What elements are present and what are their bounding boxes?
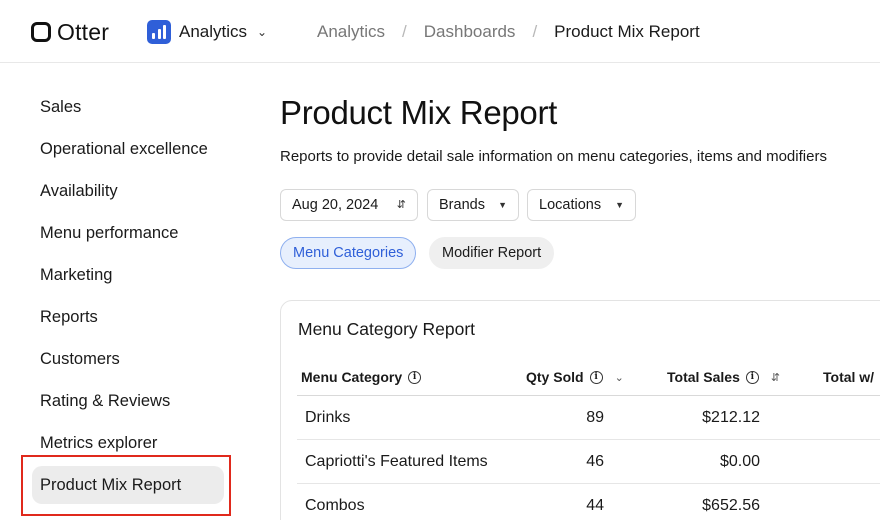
caret-down-icon: ▼ [498,200,507,210]
sidebar-item-reports[interactable]: Reports [32,298,224,336]
menu-category-report-card: Menu Category Report Menu Category i Qty… [280,300,880,520]
locations-dropdown[interactable]: Locations ▼ [527,189,636,221]
sort-descending-icon[interactable]: ⌄ [615,371,624,384]
page-title: Product Mix Report [280,94,558,131]
page-subtitle: Reports to provide detail sale informati… [280,148,827,165]
sidebar-item-metrics-explorer[interactable]: Metrics explorer [32,424,224,462]
breadcrumb-dashboards[interactable]: Dashboards [424,22,516,42]
cell-sales: $0.00 [719,453,760,470]
sidebar-item-customers[interactable]: Customers [32,340,224,378]
caret-down-icon: ▼ [615,200,624,210]
bar-chart-icon [147,20,171,44]
sidebar-item-availability[interactable]: Availability [32,172,224,210]
cell-category: Combos [305,497,365,514]
chevron-down-icon: ⌄ [257,25,268,39]
breadcrumb-analytics[interactable]: Analytics [317,22,385,42]
app-name: Analytics [179,22,248,41]
cell-category: Drinks [305,409,351,426]
info-icon[interactable]: i [408,370,422,384]
sidebar-item-product-mix-report[interactable]: Product Mix Report [32,466,224,504]
column-header-label: Total w/ [823,369,875,385]
sort-toggle-icon[interactable]: ⇵ [771,371,780,384]
table-row[interactable]: Drinks 89 $212.12 [297,396,880,440]
breadcrumb-separator: / [402,22,407,41]
top-bar: Otter Analytics ⌄ Analytics / Dashboards… [0,0,880,63]
info-icon[interactable]: i [745,370,759,384]
tab-modifier-report[interactable]: Modifier Report [429,237,555,269]
cell-qty: 89 [586,409,604,426]
sidebar-item-marketing[interactable]: Marketing [32,256,224,294]
column-header-label: Qty Sold [526,369,584,385]
tab-menu-categories[interactable]: Menu Categories [280,237,417,269]
table-row[interactable]: Capriotti's Featured Items 46 $0.00 [297,440,880,484]
cell-qty: 44 [586,497,604,514]
column-header-label: Total Sales [667,369,740,385]
sidebar-item-operational-excellence[interactable]: Operational excellence [32,130,224,168]
cell-category: Capriotti's Featured Items [305,453,488,470]
sidebar-item-rating-reviews[interactable]: Rating & Reviews [32,382,224,420]
column-header-menu-category[interactable]: Menu Category i [301,367,422,387]
sidebar-item-menu-performance[interactable]: Menu performance [32,214,224,252]
otter-logo[interactable]: Otter [31,19,109,45]
cell-sales: $212.12 [702,409,760,426]
chevron-updown-icon: ⇵ [396,199,406,211]
sidebar-item-sales[interactable]: Sales [32,88,224,126]
cell-qty: 46 [586,453,604,470]
column-header-qty-sold[interactable]: Qty Sold i ⌄ [526,367,624,387]
card-title: Menu Category Report [298,319,476,339]
date-picker[interactable]: Aug 20, 2024 ⇵ [280,189,418,221]
info-icon[interactable]: i [589,370,603,384]
column-header-label: Menu Category [301,369,403,385]
column-header-total-with[interactable]: Total w/ [823,367,874,387]
logo-text: Otter [57,18,110,45]
breadcrumb: Analytics / Dashboards / Product Mix Rep… [317,20,700,44]
cell-sales: $652.56 [702,497,760,514]
brands-dropdown-label: Brands [439,197,485,213]
otter-logo-icon [31,22,51,42]
date-picker-value: Aug 20, 2024 [292,197,379,213]
table-row[interactable]: Combos 44 $652.56 [297,484,880,520]
column-header-total-sales[interactable]: Total Sales i ⇵ [667,367,780,387]
breadcrumb-separator: / [532,22,538,41]
breadcrumb-current: Product Mix Report [554,22,700,41]
app-switcher[interactable]: Analytics ⌄ [147,19,267,45]
sidebar: Sales Operational excellence Availabilit… [0,64,250,520]
brands-dropdown[interactable]: Brands ▼ [427,189,519,221]
locations-dropdown-label: Locations [539,197,602,213]
